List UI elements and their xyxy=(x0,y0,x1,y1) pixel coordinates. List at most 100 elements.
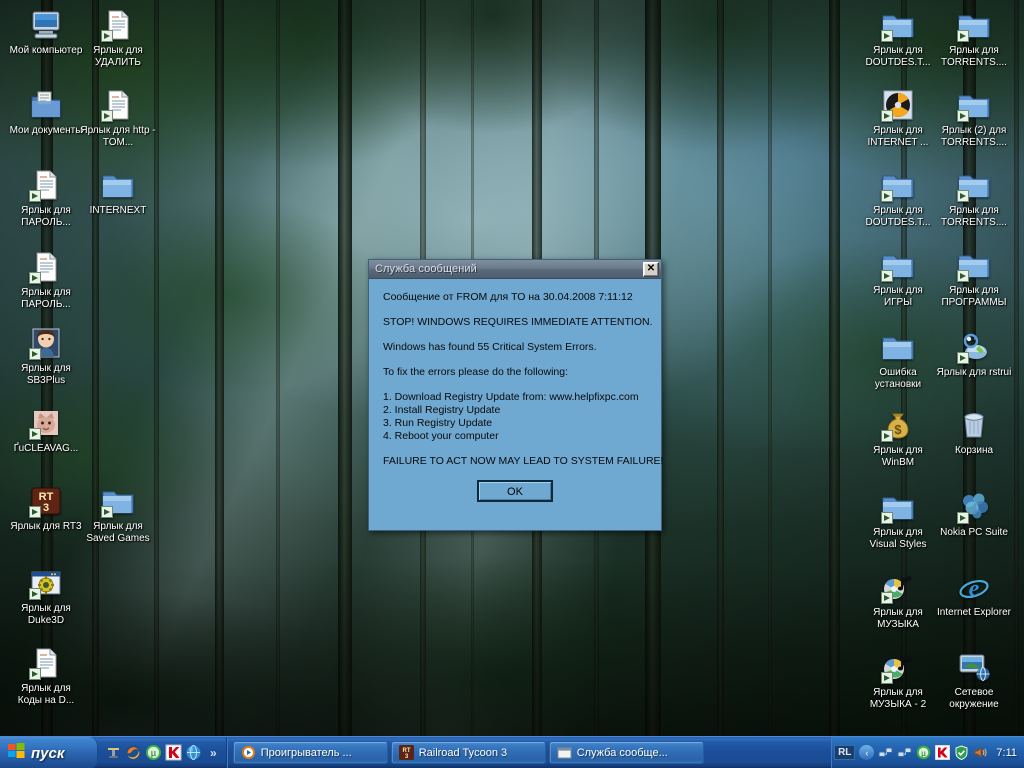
utorrent-icon[interactable]: µ xyxy=(145,744,162,761)
desktop-icon[interactable]: e Internet Explorer xyxy=(936,570,1012,619)
close-icon[interactable]: ✕ xyxy=(643,261,659,277)
ok-button[interactable]: OK xyxy=(477,480,553,502)
media-player-icon xyxy=(241,745,256,760)
desktop-icon[interactable]: Корзина xyxy=(936,408,1012,457)
folder-icon xyxy=(101,168,135,202)
desktop-icon[interactable]: Ярлык для DOUTDES.T... xyxy=(860,8,936,68)
shortcut-arrow-icon xyxy=(957,512,969,524)
desktop-icon[interactable]: RT 3 Ярлык для RT3 xyxy=(8,484,84,533)
desktop[interactable]: Мой компьютер Ярлык для УДАЛИТЬ Мои докуме… xyxy=(0,0,1024,768)
messenger-service-dialog[interactable]: Служба сообщений ✕ Сообщение от FROM для… xyxy=(368,259,663,531)
folder-icon xyxy=(101,484,135,518)
system-tray[interactable]: RL ‹ µ 7:11 xyxy=(831,737,1024,768)
dialog-body: Сообщение от FROM для TO на 30.04.2008 7… xyxy=(369,279,663,502)
desktop-icon-label: Ярлык для ИГРЫ xyxy=(873,285,923,308)
desktop-icon-label: Ярлык для TORRENTS.... xyxy=(941,205,1007,228)
shortcut-arrow-icon xyxy=(957,110,969,122)
desktop-icon[interactable]: Ярлык для МУЗЫКА xyxy=(860,570,936,630)
system-restore-icon xyxy=(957,330,991,364)
taskbar[interactable]: пуск µ » Проигрыватель ... RT 3 Railroad… xyxy=(0,736,1024,768)
desktop-icon[interactable]: Ярлык для http - TOM... xyxy=(80,88,156,148)
utorrent-tray-icon[interactable]: µ xyxy=(916,745,931,760)
desktop-icon[interactable]: INTERNEXT xyxy=(80,168,156,217)
volume-speaker-icon[interactable] xyxy=(973,745,988,760)
show-desktop-icon[interactable] xyxy=(105,744,122,761)
recycle-bin-icon xyxy=(957,408,991,442)
desktop-icon[interactable]: Ярлык для ПАРОЛЬ... xyxy=(8,168,84,228)
shortcut-arrow-icon xyxy=(881,190,893,202)
desktop-icon[interactable]: $ Ярлык для WinBM xyxy=(860,408,936,468)
desktop-icon-label: Internet Explorer xyxy=(937,607,1011,618)
desktop-icon-label: Ошибка установки xyxy=(874,367,922,390)
desktop-icon[interactable]: Ярлык для INTERNET ... xyxy=(860,88,936,148)
folder-icon xyxy=(957,248,991,282)
desktop-icon[interactable]: Ошибка установки xyxy=(860,330,936,390)
svg-text:3: 3 xyxy=(43,502,49,514)
desktop-icon[interactable]: Ярлык для ПРОГРАММЫ xyxy=(936,248,1012,308)
desktop-icon[interactable]: Ярлык для Коды на D... xyxy=(8,646,84,706)
music-cd-icon xyxy=(881,570,915,604)
globe-browser-icon[interactable] xyxy=(185,744,202,761)
language-indicator[interactable]: RL xyxy=(834,745,856,760)
desktop-icon[interactable]: Ярлык для SB3Plus xyxy=(8,326,84,386)
desktop-icon-label: Ярлык для SB3Plus xyxy=(21,363,71,386)
svg-text:e: e xyxy=(969,576,980,602)
desktop-icon[interactable]: Ярлык для rstrui xyxy=(936,330,1012,379)
shortcut-arrow-icon xyxy=(29,668,41,680)
start-button[interactable]: пуск xyxy=(0,737,98,768)
dialog-button-row: OK xyxy=(383,480,647,502)
firefox-icon[interactable] xyxy=(125,744,142,761)
desktop-icon[interactable]: Ярлык для ПАРОЛЬ... xyxy=(8,250,84,310)
kaspersky-icon[interactable] xyxy=(165,744,182,761)
desktop-icon[interactable]: Ярлык для УДАЛИТЬ xyxy=(80,8,156,68)
dialog-message-instructions: To fix the errors please do the followin… xyxy=(383,366,569,378)
desktop-icon[interactable]: Ярлык для TORRENTS.... xyxy=(936,168,1012,228)
chevron-left-icon[interactable]: ‹ xyxy=(859,745,875,760)
svg-text:$: $ xyxy=(894,422,902,437)
desktop-icon[interactable]: Мои документы xyxy=(8,88,84,137)
desktop-icon[interactable]: Ярлык для ИГРЫ xyxy=(860,248,936,308)
taskbar-clock[interactable]: 7:11 xyxy=(992,747,1017,759)
folder-icon xyxy=(881,168,915,202)
dialog-step: 3. Run Registry Update xyxy=(383,417,493,429)
network-connection-2-icon[interactable] xyxy=(897,745,912,760)
security-shield-icon[interactable] xyxy=(954,745,969,761)
shortcut-arrow-icon xyxy=(29,506,41,518)
desktop-icon-label: INTERNEXT xyxy=(89,205,147,216)
desktop-icon[interactable]: Ярлык для Saved Games xyxy=(80,484,156,544)
quick-launch-expand-icon[interactable]: » xyxy=(205,746,222,760)
desktop-icon[interactable]: Ярлык для Visual Styles xyxy=(860,490,936,550)
desktop-icon[interactable]: Ярлык для DOUTDES.T... xyxy=(860,168,936,228)
folder-icon xyxy=(957,8,991,42)
desktop-icon[interactable]: Ярлык (2) для TORRENTS.... xyxy=(936,88,1012,148)
task-button-media-player[interactable]: Проигрыватель ... xyxy=(232,741,388,764)
dialog-titlebar[interactable]: Служба сообщений ✕ xyxy=(369,260,661,279)
desktop-icon-label: Ярлык для RT3 xyxy=(10,521,82,532)
shortcut-arrow-icon xyxy=(29,588,41,600)
task-button-messenger-service[interactable]: Служба сообще... xyxy=(548,741,704,764)
desktop-icon[interactable]: Ярлык для Duke3D xyxy=(8,566,84,626)
task-button-label: Служба сообще... xyxy=(576,746,668,759)
desktop-icon[interactable]: Ярлык для TORRENTS.... xyxy=(936,8,1012,68)
desktop-icon-label: Ярлык для Saved Games xyxy=(86,521,150,544)
desktop-icon[interactable]: Сетевое окружение xyxy=(936,650,1012,710)
quick-launch-bar[interactable]: µ » xyxy=(98,737,227,768)
dialog-step: 2. Install Registry Update xyxy=(383,404,501,416)
shortcut-arrow-icon xyxy=(101,110,113,122)
folder-icon xyxy=(881,330,915,364)
shortcut-arrow-icon xyxy=(29,428,41,440)
desktop-icon-label: Ярлык (2) для TORRENTS.... xyxy=(941,125,1007,148)
folder-icon xyxy=(881,490,915,524)
desktop-icon[interactable]: ҐuCLEAVAG... xyxy=(8,406,84,455)
text-document-icon xyxy=(101,8,135,42)
anime-avatar-icon xyxy=(29,326,63,360)
shortcut-arrow-icon xyxy=(29,190,41,202)
network-connection-icon[interactable] xyxy=(878,745,893,760)
dialog-message-errors: Windows has found 55 Critical System Err… xyxy=(383,341,597,353)
my-documents-icon xyxy=(29,88,63,122)
desktop-icon[interactable]: Ярлык для МУЗЫКА - 2 xyxy=(860,650,936,710)
desktop-icon[interactable]: Nokia PC Suite xyxy=(936,490,1012,539)
kaspersky-tray-icon[interactable] xyxy=(934,744,951,761)
task-button-railroad-tycoon[interactable]: RT 3 Railroad Tycoon 3 xyxy=(390,741,546,764)
desktop-icon[interactable]: Мой компьютер xyxy=(8,8,84,57)
